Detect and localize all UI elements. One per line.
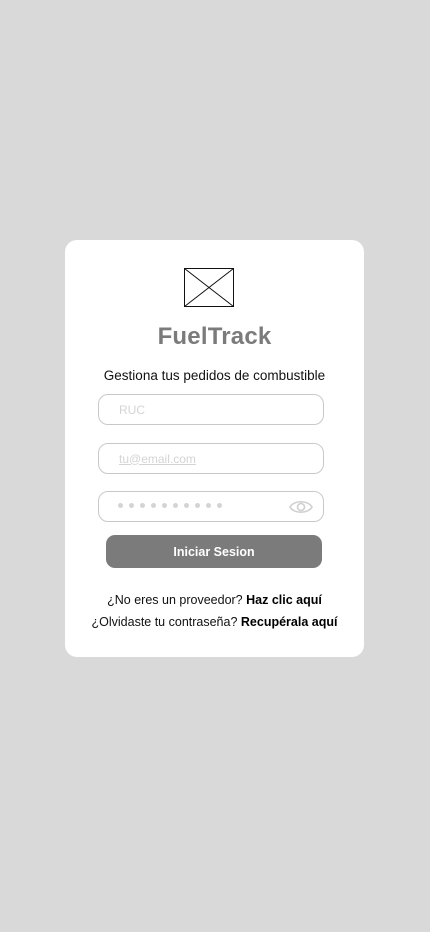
login-button[interactable]: Iniciar Sesion	[106, 535, 322, 568]
email-input[interactable]	[119, 444, 279, 473]
provider-prompt-text: ¿No eres un proveedor?	[107, 593, 243, 607]
forgot-password-text: ¿Olvidaste tu contraseña?	[91, 615, 238, 629]
ruc-input[interactable]	[119, 395, 279, 424]
provider-link[interactable]: Haz clic aquí	[246, 593, 322, 607]
image-placeholder-icon	[184, 268, 234, 307]
password-field[interactable]	[98, 491, 324, 522]
ruc-field[interactable]	[98, 394, 324, 425]
recover-password-link[interactable]: Recupérala aquí	[241, 615, 338, 629]
subtitle: Gestiona tus pedidos de combustible	[103, 368, 326, 383]
email-field[interactable]	[98, 443, 324, 474]
forgot-password-line: ¿Olvidaste tu contraseña? Recupérala aqu…	[65, 615, 364, 629]
login-card: FuelTrack Gestiona tus pedidos de combus…	[65, 240, 364, 657]
eye-icon[interactable]	[289, 498, 313, 516]
provider-prompt-line: ¿No eres un proveedor? Haz clic aquí	[65, 593, 364, 607]
password-mask	[118, 503, 222, 508]
app-title: FuelTrack	[157, 323, 272, 350]
